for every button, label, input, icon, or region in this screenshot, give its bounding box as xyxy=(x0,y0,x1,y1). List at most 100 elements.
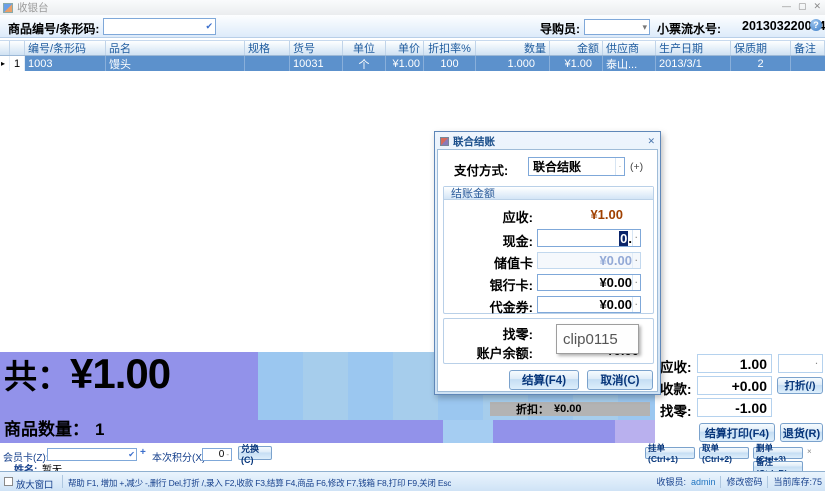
return-button[interactable]: 退货(R) xyxy=(780,423,823,442)
chevron-down-icon[interactable]: · xyxy=(632,297,640,312)
col-header-supplier: 供应商 xyxy=(603,41,656,55)
cell-qty: 1.000 xyxy=(476,56,550,71)
chevron-down-icon[interactable]: · xyxy=(632,275,640,290)
dialog-title-bar[interactable]: 联合结账 ✕ xyxy=(437,134,658,149)
cash-label: 现金: xyxy=(449,231,533,250)
top-toolbar: 商品编号/条形码: ✔ 导购员: ▾ 小票流水号: 201303220004 ? xyxy=(0,15,825,38)
col-header-amount: 金额 xyxy=(550,41,603,55)
chevron-down-icon[interactable]: · xyxy=(632,230,640,246)
cell-spec xyxy=(245,56,290,71)
cell-discount: 100 xyxy=(424,56,476,71)
add-payment-button[interactable]: (+) xyxy=(630,161,643,173)
points-label: 本次积分(X): xyxy=(152,449,208,464)
col-header-code: 编号/条形码 xyxy=(25,41,106,55)
receipt-no-label: 小票流水号: xyxy=(657,20,721,37)
hold-order-button[interactable]: 挂单(Ctrl+1) xyxy=(645,447,695,459)
received-label: 收款: xyxy=(660,378,692,398)
change-field: -1.00 xyxy=(697,398,772,417)
chevron-down-icon: - xyxy=(226,453,229,457)
settle-button[interactable]: 结算(F4) xyxy=(509,370,579,390)
status-bar: 放大窗口 帮助 F1, 增加 +,减少 -,删行 Del,打折 /,录入 F2,… xyxy=(0,471,825,491)
purple-band-right xyxy=(493,420,615,443)
guide-label: 导购员: xyxy=(540,20,580,37)
col-header-spec: 规格 xyxy=(245,41,290,55)
quantity-label: 商品数量： xyxy=(4,415,89,440)
voucher-label: 代金券: xyxy=(449,297,533,316)
change-password-link[interactable]: 修改密码 xyxy=(726,475,762,488)
chevron-down-icon: · xyxy=(815,362,818,366)
receivable-field: 1.00 xyxy=(697,354,772,373)
exchange-button[interactable]: 兑换(C) xyxy=(238,446,272,460)
current-stock: 当前库存:75 xyxy=(773,475,822,488)
dialog-title: 联合结账 xyxy=(453,134,647,149)
product-code-combo[interactable]: ✔ xyxy=(103,18,216,35)
voucher-input[interactable]: ¥0.00 · xyxy=(537,296,641,313)
lavender-patch xyxy=(615,420,655,443)
dlg-receivable-value: ¥1.00 xyxy=(537,207,641,222)
settle-print-button[interactable]: 结算打印(F4) xyxy=(699,423,775,442)
cell-name: 馒头 xyxy=(106,56,245,71)
bank-card-label: 银行卡: xyxy=(449,275,533,294)
chevron-down-icon: · xyxy=(632,253,640,268)
rownum-header xyxy=(10,41,25,55)
cell-price: ¥1.00 xyxy=(386,56,424,71)
chevron-down-icon[interactable]: · xyxy=(615,158,624,175)
receivable-combo[interactable]: · xyxy=(778,354,823,373)
quantity-value: 1 xyxy=(95,420,104,440)
total-display: 共： ¥1.00 xyxy=(4,350,170,398)
dialog-close-icon[interactable]: ✕ xyxy=(647,136,655,147)
col-header-unit: 单位 xyxy=(343,41,386,55)
cash-selected-text: 0 xyxy=(619,231,628,246)
cell-remark xyxy=(791,56,825,71)
cancel-button[interactable]: 取消(C) xyxy=(587,370,653,390)
cell-itemno: 10031 xyxy=(290,56,343,71)
statusbar-right: 收银员: admin 修改密码 当前库存:75 xyxy=(656,472,822,491)
app-icon xyxy=(3,3,13,13)
stored-card-label: 储值卡 xyxy=(449,253,533,272)
table-row[interactable]: ▸ 1 1003 馒头 10031 个 ¥1.00 100 1.000 ¥1.0… xyxy=(0,56,825,71)
cell-code: 1003 xyxy=(25,56,106,71)
col-header-discount: 折扣率% xyxy=(424,41,476,55)
stored-card-input: ¥0.00 · xyxy=(537,252,641,269)
cell-shelflife: 2 xyxy=(731,56,791,71)
col-header-proddate: 生产日期 xyxy=(656,41,731,55)
col-header-qty: 数量 xyxy=(476,41,550,55)
amounts-group-title: 结账金额 xyxy=(444,187,653,200)
zoom-window-label[interactable]: 放大窗口 xyxy=(16,477,53,491)
total-label: 共： xyxy=(4,350,70,398)
gutter-header xyxy=(0,41,10,55)
row-indicator-icon: ▸ xyxy=(0,56,10,71)
discount-value: ¥0.00 xyxy=(554,403,582,415)
col-header-shelflife: 保质期 xyxy=(731,41,791,55)
combo-check-icon[interactable]: ✔ xyxy=(205,21,213,32)
payment-method-value: 联合结账 xyxy=(529,158,615,175)
change-label: 找零: xyxy=(660,400,692,420)
fetch-order-button[interactable]: 取单(Ctrl+2) xyxy=(699,447,749,459)
bank-card-input[interactable]: ¥0.00 · xyxy=(537,274,641,291)
dlg-change-label: 找零: xyxy=(449,324,533,343)
received-field[interactable]: +0.00 xyxy=(697,376,772,395)
chevron-down-icon[interactable]: ▾ xyxy=(642,22,647,33)
pos-window: 收银台 — ▢ ✕ 商品编号/条形码: ✔ 导购员: ▾ 小票流水号: 2013… xyxy=(0,0,825,491)
member-card-input[interactable]: ✔ xyxy=(47,448,137,461)
blue-patch xyxy=(443,420,493,443)
payment-method-label: 支付方式: xyxy=(454,160,508,179)
combo-check-icon[interactable]: ✔ xyxy=(128,450,136,459)
minimize-icon[interactable]: — xyxy=(782,1,791,12)
dlg-receivable-label: 应收: xyxy=(449,207,533,226)
row-index: 1 xyxy=(10,56,25,71)
restore-icon[interactable]: ▢ xyxy=(798,1,807,12)
points-input[interactable]: 0 - xyxy=(202,448,232,461)
zoom-window-checkbox[interactable] xyxy=(4,477,13,486)
discount-button[interactable]: 打折(/) xyxy=(777,377,823,394)
close-icon[interactable]: ✕ xyxy=(813,1,821,12)
payment-method-combo[interactable]: 联合结账 · xyxy=(528,157,625,176)
cash-input[interactable]: 0 . · xyxy=(537,229,641,247)
window-title: 收银台 xyxy=(17,0,49,15)
guide-combo[interactable]: ▾ xyxy=(584,19,650,35)
tooltip-text: clip0115 xyxy=(563,331,618,348)
help-icon[interactable]: ? xyxy=(810,19,822,31)
add-member-icon[interactable]: + xyxy=(140,447,146,458)
panel-close-icon[interactable]: × xyxy=(807,447,812,456)
cell-supplier: 泰山... xyxy=(603,56,656,71)
